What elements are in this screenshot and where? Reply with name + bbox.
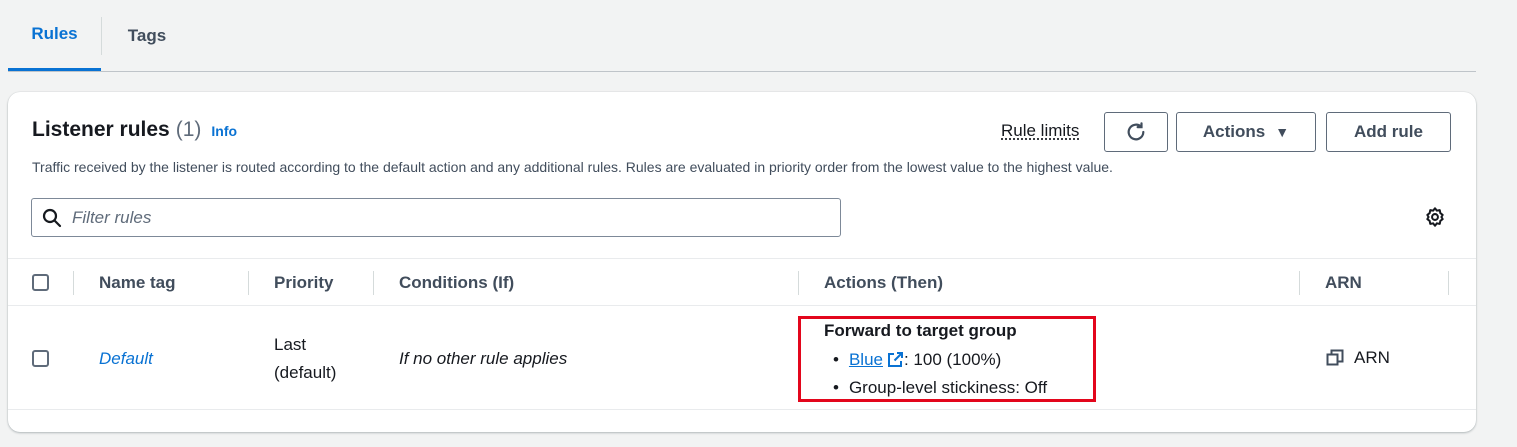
listener-rules-panel: Listener rules (1) Info Traffic received…: [8, 92, 1476, 432]
actions-label: Actions: [1202, 122, 1266, 141]
stickiness-item: • Group-level stickiness: Off: [833, 378, 1047, 398]
column-separator: [1448, 271, 1449, 295]
select-all-checkbox[interactable]: [32, 274, 49, 291]
copy-icon[interactable]: [1326, 349, 1344, 367]
target-group-weight: : 100 (100%): [903, 350, 1002, 369]
column-header-conditions[interactable]: Conditions (If): [399, 259, 514, 307]
filter-rules-search[interactable]: [31, 198, 841, 237]
panel-header: Listener rules (1) Info: [32, 118, 237, 142]
page-margin: [1488, 0, 1517, 447]
actions-highlight-box: Forward to target group • Blue : 100 (10…: [798, 316, 1096, 402]
column-header-priority[interactable]: Priority: [274, 259, 334, 307]
rule-limits-link[interactable]: Rule limits: [1001, 121, 1079, 141]
refresh-button[interactable]: [1104, 112, 1168, 152]
external-link-icon[interactable]: [886, 351, 904, 369]
refresh-icon: [1127, 122, 1145, 141]
action-title: Forward to target group: [824, 321, 1017, 340]
caret-down-icon: ▼: [1275, 124, 1290, 140]
stickiness-text: Group-level stickiness: Off: [848, 378, 1048, 397]
target-group-link[interactable]: Blue: [849, 350, 883, 370]
column-separator: [248, 271, 249, 295]
page: Rules Tags Listener rules (1) Info Traff…: [0, 0, 1517, 447]
actions-dropdown[interactable]: Actions ▼: [1176, 112, 1316, 152]
tab-rules[interactable]: Rules: [8, 0, 101, 71]
column-separator: [373, 271, 374, 295]
rule-name-link[interactable]: Default: [99, 349, 153, 369]
column-separator: [798, 271, 799, 295]
search-icon: [42, 208, 62, 227]
arn-label: ARN: [1354, 348, 1390, 367]
column-header-name-tag[interactable]: Name tag: [99, 259, 176, 307]
column-header-arn[interactable]: ARN: [1325, 259, 1362, 307]
target-group-item: • Blue : 100 (100%): [833, 350, 1001, 370]
column-separator: [73, 271, 74, 295]
column-separator: [1299, 271, 1300, 295]
panel-title: Listener rules: [32, 118, 170, 141]
column-header-actions[interactable]: Actions (Then): [824, 259, 943, 307]
arn-copy[interactable]: ARN: [1326, 348, 1390, 368]
filter-rules-input[interactable]: [72, 207, 812, 228]
add-rule-button[interactable]: Add rule: [1326, 112, 1451, 152]
tab-tags[interactable]: Tags: [102, 0, 192, 71]
panel-description: Traffic received by the listener is rout…: [32, 159, 1113, 175]
info-link[interactable]: Info: [211, 123, 237, 139]
bullet-dot: •: [833, 350, 839, 369]
table-header: Name tag Priority Conditions (If) Action…: [8, 258, 1476, 306]
row-checkbox[interactable]: [32, 350, 49, 367]
table-row: Default Last (default) If no other rule …: [8, 306, 1476, 410]
rule-priority: Last (default): [274, 331, 336, 387]
tab-bar: Rules Tags: [8, 0, 1476, 72]
priority-line: (default): [274, 363, 337, 382]
rule-count: (1): [175, 118, 202, 141]
bullet-dot: •: [833, 378, 839, 397]
priority-line: Last: [274, 335, 307, 354]
gear-icon[interactable]: [1424, 206, 1446, 228]
rule-conditions: If no other rule applies: [399, 349, 568, 368]
